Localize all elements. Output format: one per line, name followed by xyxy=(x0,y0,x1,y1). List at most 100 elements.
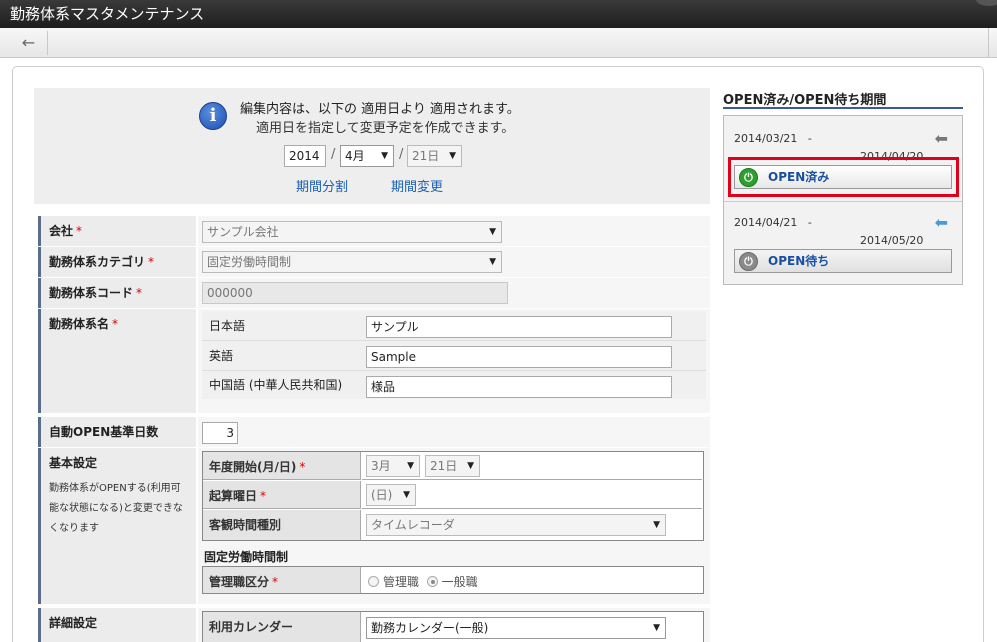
side-panel-title: OPEN済み/OPEN待ち期間 xyxy=(723,93,887,108)
company-value: サンプル会社 xyxy=(207,225,279,239)
period-start: 2014/04/21 - xyxy=(734,216,812,229)
toolbar: ← xyxy=(0,28,997,58)
fiscal-day-select[interactable]: 21日 ▼ xyxy=(425,455,480,477)
open-periods-panel: 2014/03/21 - 2014/04/20 ⬅ ⏻ OPEN済み 2014/… xyxy=(723,115,963,285)
chevron-down-icon: ▼ xyxy=(653,520,660,530)
window-title-bar: 勤務体系マスタメンテナンス xyxy=(0,0,997,28)
week-start-value: (日) xyxy=(371,488,393,502)
row-company: 会社 * サンプル会社 ▼ xyxy=(34,216,710,246)
back-button[interactable]: ← xyxy=(10,31,48,55)
basic-settings-label: 基本設定 勤務体系がOPENする(利用可能な状態になる)と変更できなくなります xyxy=(38,448,196,604)
auto-open-label: 自動OPEN基準日数 xyxy=(38,417,196,447)
divider xyxy=(724,201,962,202)
fiscal-month-select[interactable]: 3月 ▼ xyxy=(366,455,420,477)
row-auto-open: 自動OPEN基準日数 3 xyxy=(34,417,710,447)
manager-option-label: 管理職 xyxy=(383,575,420,589)
obj-time-cell: タイムレコーダ ▼ xyxy=(362,510,702,540)
chevron-down-icon: ▼ xyxy=(449,151,456,161)
week-start-select[interactable]: (日) ▼ xyxy=(366,484,416,506)
window-corner xyxy=(975,0,997,6)
toolbar-divider xyxy=(988,28,989,58)
highlight-box xyxy=(728,157,959,197)
name-cell: 日本語 サンプル 英語 Sample 中国語 (中華人民共和国) 様品 xyxy=(198,309,710,413)
category-value: 固定労働時間制 xyxy=(207,255,292,269)
back-arrow-icon: ← xyxy=(21,33,36,52)
apply-date-notice: i 編集内容は、以下の 適用日より 適用されます。 適用日を指定して変更予定を作… xyxy=(34,88,710,204)
apply-day-select[interactable]: 21日 ▼ xyxy=(407,145,462,167)
chevron-down-icon: ▼ xyxy=(489,227,496,237)
power-icon: ⏻ xyxy=(739,252,758,271)
radio-general[interactable] xyxy=(426,576,438,587)
calendar-select[interactable]: 勤務カレンダー(一般) ▼ xyxy=(366,617,666,639)
company-select[interactable]: サンプル会社 ▼ xyxy=(202,221,502,243)
company-cell: サンプル会社 ▼ xyxy=(198,216,710,246)
name-ja-input[interactable]: サンプル xyxy=(366,316,672,338)
apply-month-select[interactable]: 4月 ▼ xyxy=(340,145,394,167)
category-cell: 固定労働時間制 ▼ xyxy=(198,247,710,277)
obj-time-value: タイムレコーダ xyxy=(371,518,455,532)
row-name: 勤務体系名 * 日本語 サンプル 英語 Sample 中国語 (中華人民共和国) … xyxy=(34,309,710,413)
calendar-label: 利用カレンダー xyxy=(203,612,361,642)
chevron-down-icon: ▼ xyxy=(489,257,496,267)
manager-cell: 管理職 一般職 xyxy=(362,567,702,593)
apply-day-value: 21日 xyxy=(412,149,440,163)
calendar-cell: 勤務カレンダー(一般) ▼ xyxy=(362,612,702,642)
arrow-left-icon: ⬅ xyxy=(934,129,948,148)
name-lang-table: 日本語 サンプル 英語 Sample 中国語 (中華人民共和国) 様品 xyxy=(202,311,706,399)
radio-manager[interactable] xyxy=(368,576,379,587)
detail-settings-label: 詳細設定 xyxy=(38,608,196,642)
week-start-cell: (日) ▼ xyxy=(362,481,702,509)
obj-time-select[interactable]: タイムレコーダ ▼ xyxy=(366,514,666,536)
general-option-label: 一般職 xyxy=(441,575,478,589)
obj-time-label: 客観時間種別 xyxy=(203,510,361,540)
name-en-input[interactable]: Sample xyxy=(366,346,672,368)
row-category: 勤務体系カテゴリ * 固定労働時間制 ▼ xyxy=(34,247,710,277)
apply-month-value: 4月 xyxy=(345,149,365,163)
chevron-down-icon: ▼ xyxy=(403,490,410,500)
fixed-heading: 固定労働時間制 xyxy=(204,550,289,564)
detail-settings-table: 利用カレンダー 勤務カレンダー(一般) ▼ xyxy=(202,611,704,642)
info-icon: i xyxy=(199,102,227,130)
basic-settings-table: 年度開始(月/日) * 3月 ▼ 21日 ▼ 起算曜日 * (日) ▼ 客観時間種別 タイ… xyxy=(202,451,704,541)
basic-settings-note: 勤務体系がOPENする(利用可能な状態になる)と変更できなくなります xyxy=(49,483,183,534)
row-code: 勤務体系コード * 000000 xyxy=(34,278,710,308)
period-split-link[interactable]: 期間分割 xyxy=(296,176,348,195)
arrow-left-icon[interactable]: ⬅ xyxy=(935,213,948,232)
chevron-down-icon: ▼ xyxy=(381,151,388,161)
notice-line1: 編集内容は、以下の 適用日より 適用されます。 xyxy=(240,102,520,117)
chevron-down-icon: ▼ xyxy=(467,461,474,471)
period-start: 2014/03/21 - xyxy=(734,132,812,145)
notice-line2: 適用日を指定して変更予定を作成できます。 xyxy=(256,121,515,136)
manager-label: 管理職区分 * xyxy=(203,567,361,593)
open-wait-label: OPEN待ち xyxy=(768,254,830,268)
period-change-link[interactable]: 期間変更 xyxy=(391,176,443,195)
category-label: 勤務体系カテゴリ * xyxy=(38,247,196,277)
name-zh-input[interactable]: 様品 xyxy=(366,376,672,398)
apply-year-input[interactable]: 2014 xyxy=(284,145,326,167)
open-wait-button[interactable]: ⏻ OPEN待ち xyxy=(734,249,952,273)
code-cell: 000000 xyxy=(198,278,710,308)
fiscal-start-label: 年度開始(月/日) * xyxy=(203,452,361,480)
company-label: 会社 * xyxy=(38,216,196,246)
basic-settings-title: 基本設定 xyxy=(49,456,98,470)
window-title: 勤務体系マスタメンテナンス xyxy=(10,5,205,23)
fiscal-day-value: 21日 xyxy=(430,459,458,473)
date-separator: / xyxy=(331,147,336,162)
name-label: 勤務体系名 * xyxy=(38,309,196,413)
code-input[interactable]: 000000 xyxy=(202,282,508,304)
row-basic-settings: 基本設定 勤務体系がOPENする(利用可能な状態になる)と変更できなくなります … xyxy=(34,448,710,604)
basic-settings-cell: 年度開始(月/日) * 3月 ▼ 21日 ▼ 起算曜日 * (日) ▼ 客観時間種別 タイ… xyxy=(198,448,710,604)
chevron-down-icon: ▼ xyxy=(407,461,414,471)
period-end: 2014/05/20 xyxy=(860,234,924,247)
lang-ja-label: 日本語 xyxy=(209,319,246,333)
category-select[interactable]: 固定労働時間制 ▼ xyxy=(202,251,502,273)
side-title-underline xyxy=(723,107,963,109)
auto-open-days-input[interactable]: 3 xyxy=(202,422,238,444)
calendar-value: 勤務カレンダー(一般) xyxy=(371,621,489,635)
date-separator: / xyxy=(399,147,404,162)
divider xyxy=(202,370,706,371)
chevron-down-icon: ▼ xyxy=(653,623,660,633)
code-label: 勤務体系コード * xyxy=(38,278,196,308)
auto-open-cell: 3 xyxy=(198,417,710,447)
week-start-label: 起算曜日 * xyxy=(203,481,361,509)
